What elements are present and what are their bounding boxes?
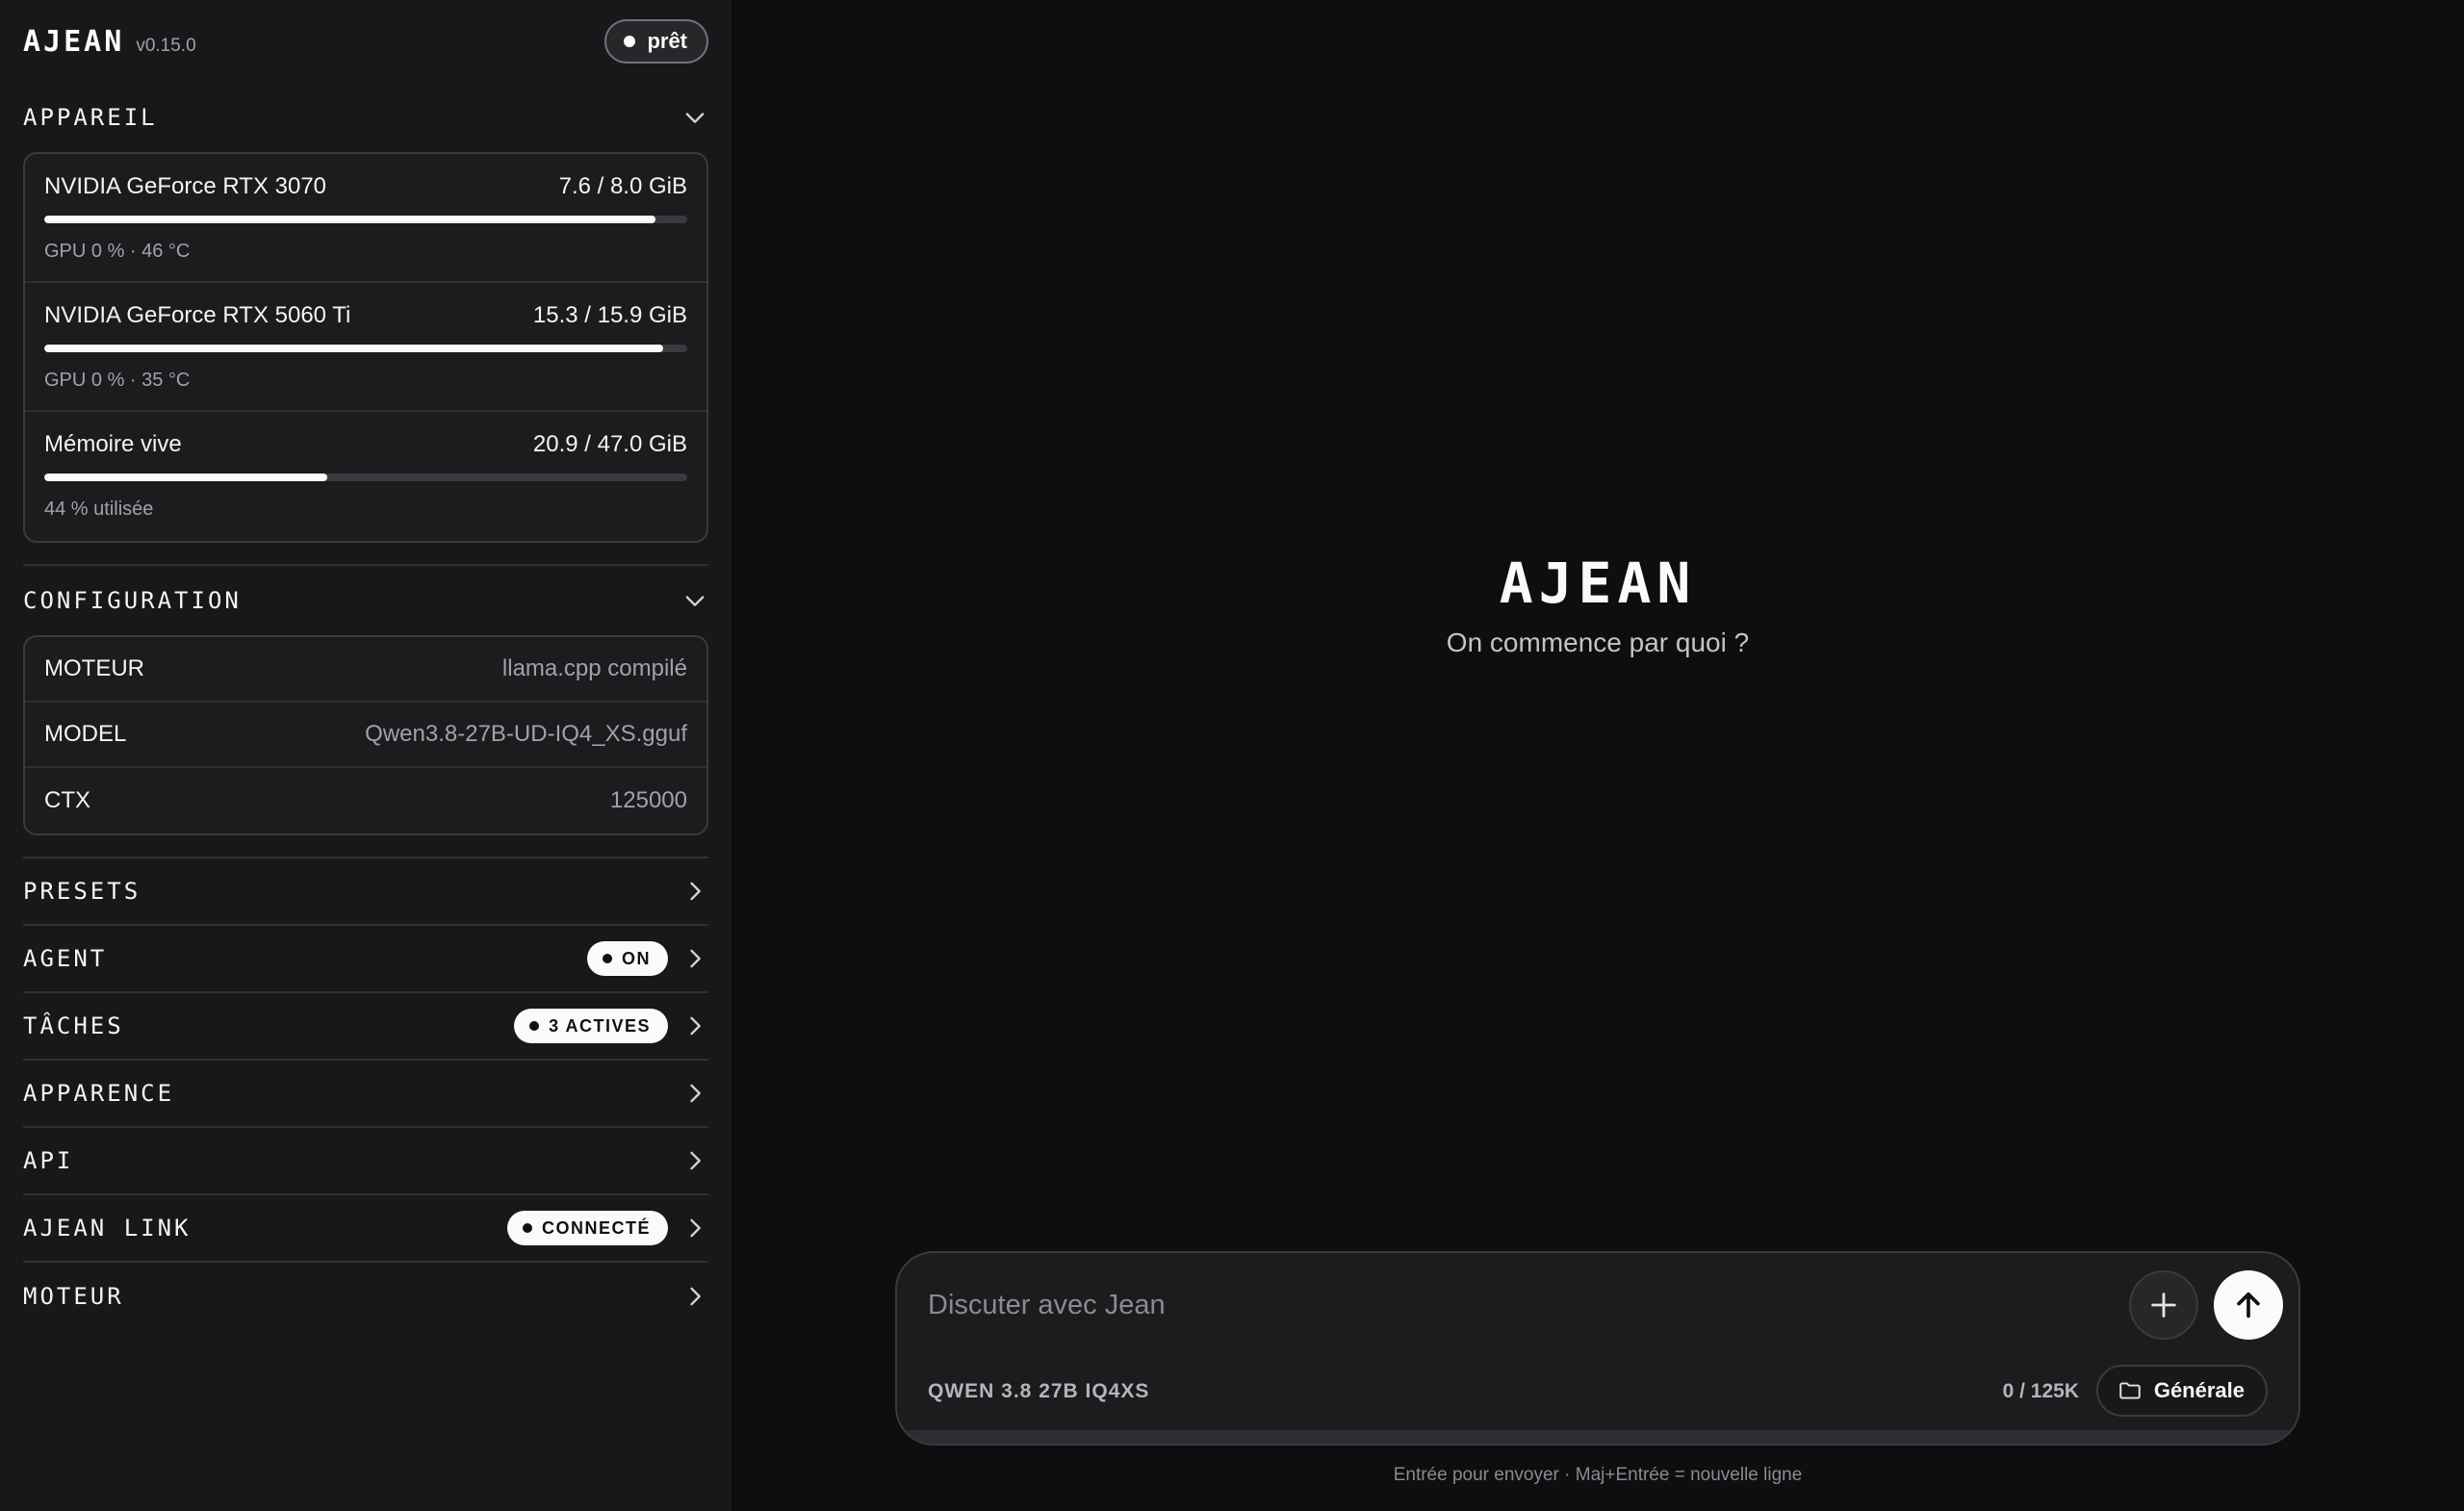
sidebar-item-appearance[interactable]: APPARENCE — [23, 1061, 708, 1128]
model-selector[interactable]: QWEN 3.8 27B IQ4XS — [928, 1380, 1149, 1403]
badge-label: CONNECTÉ — [541, 1217, 651, 1238]
config-value: llama.cpp compilé — [501, 655, 687, 681]
device-card: NVIDIA GeForce RTX 3070 7.6 / 8.0 GiB GP… — [23, 152, 708, 543]
sidebar-item-engine[interactable]: MOTEUR — [23, 1263, 708, 1330]
agent-status-badge: ON — [587, 941, 668, 976]
sidebar-item-label: MOTEUR — [23, 1283, 124, 1310]
sidebar-item-agent[interactable]: AGENT ON — [23, 926, 708, 993]
usage-bar-fill — [44, 216, 655, 223]
device-name: NVIDIA GeForce RTX 5060 Ti — [44, 302, 351, 328]
config-card: MOTEUR llama.cpp compilé MODEL Qwen3.8-2… — [23, 635, 708, 835]
chevron-right-icon — [681, 1283, 708, 1310]
device-stats: GPU 0 % · 46 °C — [44, 241, 191, 262]
section-title-config: CONFIGURATION — [23, 587, 242, 614]
badge-dot-icon — [522, 1223, 532, 1233]
sidebar-item-label: TÂCHES — [23, 1012, 124, 1039]
status-badge[interactable]: prêt — [604, 19, 708, 64]
badge-label: ON — [622, 948, 651, 968]
device-item: NVIDIA GeForce RTX 3070 7.6 / 8.0 GiB GP… — [25, 154, 706, 283]
usage-bar — [44, 345, 687, 352]
config-row-model: MODEL Qwen3.8-27B-UD-IQ4_XS.gguf — [25, 703, 706, 768]
device-usage: 15.3 / 15.9 GiB — [532, 302, 687, 328]
device-usage: 7.6 / 8.0 GiB — [558, 173, 687, 199]
badge-dot-icon — [529, 1021, 540, 1031]
keyboard-hint: Entrée pour envoyer · Maj+Entrée = nouve… — [1393, 1465, 1803, 1485]
device-item: Mémoire vive 20.9 / 47.0 GiB 44 % utilis… — [25, 412, 706, 541]
badge-dot-icon — [603, 954, 612, 963]
folder-icon — [2119, 1382, 2141, 1399]
config-value: 125000 — [609, 787, 687, 813]
hero-logo: AJEAN — [1499, 551, 1697, 616]
sidebar-item-label: PRESETS — [23, 878, 141, 905]
status-label: prêt — [647, 29, 687, 53]
app-logo: AJEAN — [23, 24, 125, 59]
chevron-down-icon — [681, 587, 708, 614]
sidebar-item-api[interactable]: API — [23, 1128, 708, 1195]
sidebar-item-label: AGENT — [23, 945, 108, 972]
usage-bar — [44, 216, 687, 223]
chevron-right-icon — [681, 945, 708, 972]
chat-main: AJEAN On commence par quoi ? QWEN 3.8 27… — [732, 0, 2464, 1511]
token-counter: 0 / 125K — [2002, 1380, 2079, 1402]
send-button[interactable] — [2214, 1270, 2283, 1340]
section-header-device[interactable]: APPAREIL — [23, 83, 708, 152]
brand-row: AJEAN v0.15.0 prêt — [23, 0, 708, 83]
plus-icon — [2151, 1293, 2176, 1318]
device-item: NVIDIA GeForce RTX 5060 Ti 15.3 / 15.9 G… — [25, 283, 706, 412]
chevron-right-icon — [681, 878, 708, 905]
section-title-device: APPAREIL — [23, 104, 158, 131]
config-value: Qwen3.8-27B-UD-IQ4_XS.gguf — [365, 721, 687, 747]
message-input[interactable] — [928, 1276, 2083, 1334]
device-name: Mémoire vive — [44, 431, 182, 457]
sidebar-nav: PRESETS AGENT ON TÂCHES 3 ACTIVES APPARE… — [23, 858, 708, 1330]
badge-label: 3 ACTIVES — [549, 1015, 651, 1036]
usage-bar — [44, 474, 687, 481]
section-header-config[interactable]: CONFIGURATION — [23, 566, 708, 635]
sidebar-item-label: AJEAN LINK — [23, 1215, 192, 1242]
chevron-right-icon — [681, 1147, 708, 1174]
usage-bar-fill — [44, 345, 663, 352]
hero-subtitle: On commence par quoi ? — [1446, 627, 1750, 657]
config-row-engine: MOTEUR llama.cpp compilé — [25, 637, 706, 703]
chevron-right-icon — [681, 1215, 708, 1242]
chevron-down-icon — [681, 104, 708, 131]
sidebar-item-presets[interactable]: PRESETS — [23, 858, 708, 926]
sidebar-item-tasks[interactable]: TÂCHES 3 ACTIVES — [23, 993, 708, 1061]
folder-label: Générale — [2153, 1378, 2245, 1402]
arrow-up-icon — [2237, 1292, 2260, 1319]
config-key: CTX — [44, 787, 90, 813]
device-name: NVIDIA GeForce RTX 3070 — [44, 173, 327, 199]
chevron-right-icon — [681, 1012, 708, 1039]
folder-selector-button[interactable]: Générale — [2095, 1365, 2268, 1417]
device-stats: GPU 0 % · 35 °C — [44, 370, 191, 391]
config-row-ctx: CTX 125000 — [25, 768, 706, 833]
add-attachment-button[interactable] — [2129, 1270, 2198, 1340]
tasks-count-badge: 3 ACTIVES — [514, 1009, 668, 1043]
config-key: MODEL — [44, 721, 127, 747]
sidebar-item-label: API — [23, 1147, 74, 1174]
message-composer: QWEN 3.8 27B IQ4XS 0 / 125K Générale — [895, 1251, 2300, 1446]
welcome-hero: AJEAN On commence par quoi ? — [732, 551, 2464, 658]
usage-bar-fill — [44, 474, 327, 481]
brand: AJEAN v0.15.0 — [23, 25, 196, 59]
sidebar: AJEAN v0.15.0 prêt APPAREIL NVIDIA GeFor… — [0, 0, 732, 1511]
status-dot-icon — [624, 36, 636, 47]
sidebar-item-ajean-link[interactable]: AJEAN LINK CONNECTÉ — [23, 1195, 708, 1263]
device-stats: 44 % utilisée — [44, 499, 154, 520]
config-key: MOTEUR — [44, 655, 144, 681]
sidebar-item-label: APPARENCE — [23, 1080, 175, 1107]
link-status-badge: CONNECTÉ — [506, 1211, 668, 1245]
chevron-right-icon — [681, 1080, 708, 1107]
device-usage: 20.9 / 47.0 GiB — [532, 431, 687, 457]
app-version: v0.15.0 — [136, 35, 196, 56]
